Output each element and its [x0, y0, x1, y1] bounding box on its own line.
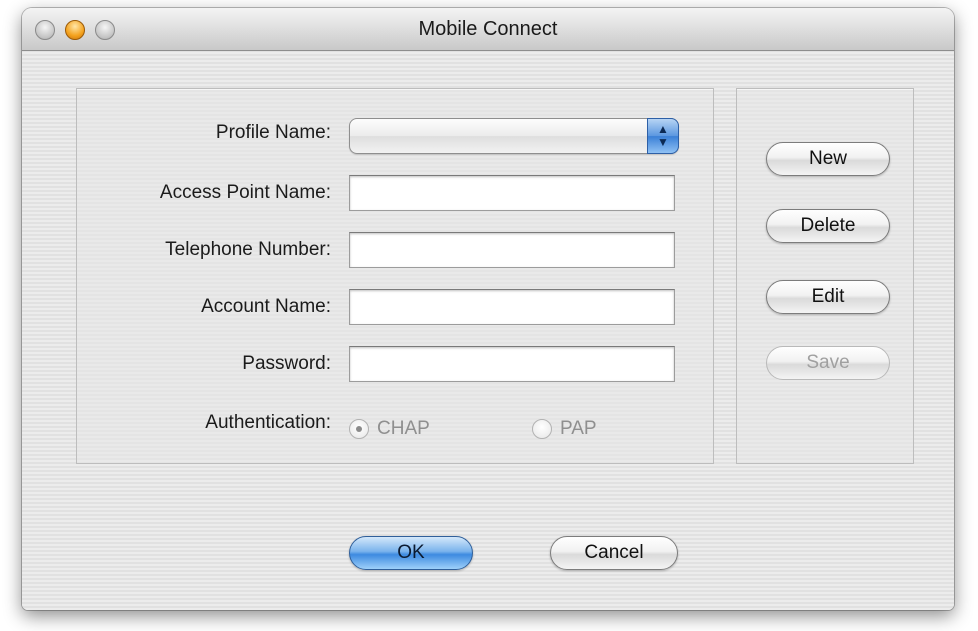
chap-radio-label: CHAP	[377, 418, 430, 439]
mobile-connect-window: Mobile Connect Profile Name: Access Poin…	[22, 8, 954, 610]
pap-radio-label: PAP	[560, 418, 597, 439]
labels-column: Profile Name: Access Point Name: Telepho…	[78, 8, 331, 608]
chap-radio-button[interactable]	[349, 419, 369, 439]
account-name-field[interactable]	[349, 289, 675, 325]
chap-radio-option[interactable]: CHAP	[349, 418, 430, 440]
new-button[interactable]: New	[766, 142, 890, 176]
profile-name-label: Profile Name:	[215, 122, 331, 143]
account-name-label: Account Name:	[201, 296, 331, 317]
up-down-arrows-icon[interactable]: ▲ ▼	[647, 118, 679, 154]
edit-button[interactable]: Edit	[766, 280, 890, 314]
telephone-number-field[interactable]	[349, 232, 675, 268]
telephone-number-label: Telephone Number:	[165, 239, 331, 260]
password-field[interactable]	[349, 346, 675, 382]
profile-name-popup[interactable]: ▲ ▼	[349, 118, 679, 154]
delete-button[interactable]: Delete	[766, 209, 890, 243]
authentication-label: Authentication:	[205, 412, 331, 433]
cancel-button[interactable]: Cancel	[550, 536, 678, 570]
access-point-name-label: Access Point Name:	[159, 182, 331, 203]
save-button[interactable]: Save	[766, 346, 890, 380]
access-point-name-field[interactable]	[349, 175, 675, 211]
pap-radio-button[interactable]	[532, 419, 552, 439]
pap-radio-option[interactable]: PAP	[532, 418, 597, 440]
password-label: Password:	[242, 353, 331, 374]
ok-button[interactable]: OK	[349, 536, 473, 570]
